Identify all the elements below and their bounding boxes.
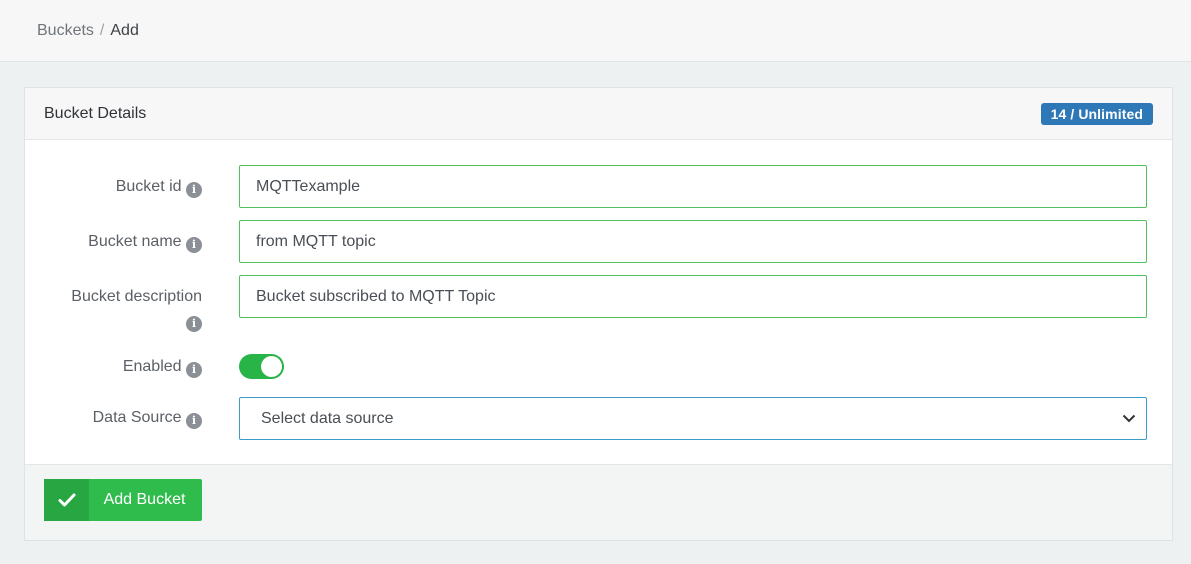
toggle-knob [261, 356, 282, 377]
bucket-description-label: Bucket description [71, 288, 202, 305]
bucket-description-label-group: Bucket description i [71, 285, 202, 333]
quota-badge: 14 / Unlimited [1040, 102, 1153, 125]
bucket-id-label-group: Bucket id i [116, 176, 202, 198]
bucket-name-input[interactable] [239, 220, 1147, 263]
card-header: Bucket Details 14 / Unlimited [25, 88, 1172, 140]
breadcrumb-separator: / [99, 21, 105, 39]
bucket-id-label: Bucket id [115, 178, 182, 195]
add-bucket-button[interactable]: Add Bucket [44, 479, 202, 521]
bucket-name-label: Bucket name [88, 233, 182, 250]
enabled-toggle[interactable] [239, 354, 284, 379]
check-icon [44, 479, 89, 521]
breadcrumb-item-buckets[interactable]: Buckets [37, 22, 94, 40]
info-circle-icon[interactable]: i [186, 413, 202, 429]
bucket-form: Bucket id i Bucket name i Bucket descrip… [25, 140, 1172, 465]
info-circle-icon[interactable]: i [186, 362, 202, 378]
data-source-label: Data Source [92, 409, 182, 426]
info-circle-icon[interactable]: i [186, 316, 202, 332]
info-circle-icon[interactable]: i [186, 237, 202, 253]
bucket-description-input[interactable] [239, 275, 1147, 318]
enabled-label: Enabled [122, 358, 182, 375]
card-footer: Add Bucket [25, 464, 1172, 540]
card-title: Bucket Details [44, 104, 147, 122]
bucket-name-label-group: Bucket name i [88, 231, 202, 253]
bucket-id-input[interactable] [239, 165, 1147, 208]
data-source-select[interactable]: Select data source [239, 397, 1147, 440]
enabled-label-group: Enabled i [123, 356, 202, 378]
info-circle-icon[interactable]: i [186, 182, 202, 198]
breadcrumb-item-add: Add [110, 21, 139, 39]
data-source-selected: Select data source [261, 409, 394, 427]
chevron-down-icon [1122, 414, 1136, 423]
add-bucket-label: Add Bucket [103, 491, 186, 508]
breadcrumb: Buckets / Add [0, 0, 1191, 62]
bucket-details-card: Bucket Details 14 / Unlimited Bucket id … [24, 87, 1173, 541]
data-source-label-group: Data Source i [93, 407, 202, 429]
